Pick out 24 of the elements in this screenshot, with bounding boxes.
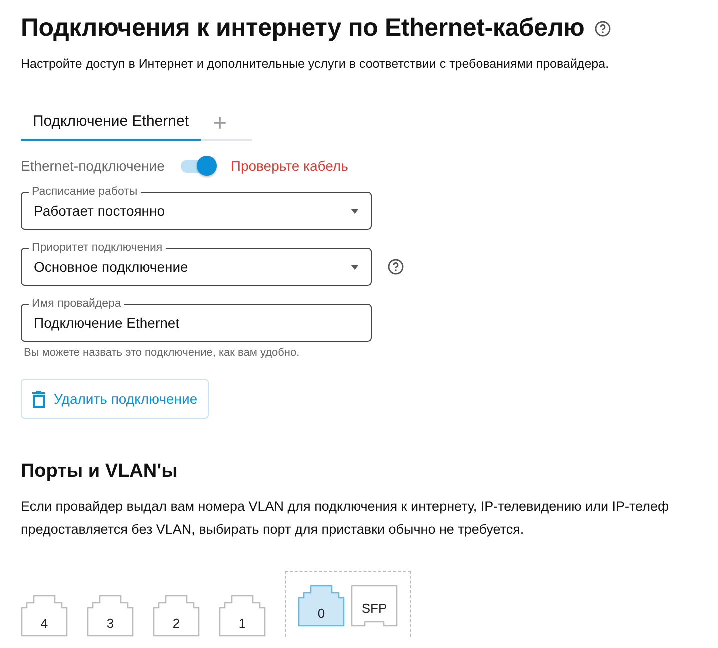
field-hint: Вы можете назвать это подключение, как вам удобно. xyxy=(24,347,301,359)
section-description: Если провайдер выдал вам номера VLAN для подключения к интернету, IP-телевидению или IP-телеф предоставляется без VLAN, выбирать порт для приставки обычно не требуется. xyxy=(21,498,670,539)
port-button[interactable]: SFP xyxy=(351,585,398,627)
status-text: Проверьте кабель xyxy=(230,158,348,174)
help-icon[interactable] xyxy=(388,259,404,275)
toggle-label: Ethernet-подключение xyxy=(21,158,165,174)
port-button[interactable]: 3 xyxy=(87,595,134,637)
section-title: Порты и VLAN'ы xyxy=(21,461,179,483)
port-button[interactable]: 1 xyxy=(219,595,266,637)
delete-button[interactable]: Удалить подключение xyxy=(21,379,209,419)
tab[interactable]: Подключение Ethernet xyxy=(21,107,201,141)
port-button[interactable]: 2 xyxy=(153,595,200,637)
port-button[interactable]: 0 xyxy=(298,585,345,627)
field-label: Имя провайдера xyxy=(29,297,124,311)
caret-icon xyxy=(351,264,359,270)
caret-icon xyxy=(351,208,359,214)
field-label: Приоритет подключения xyxy=(29,241,166,255)
trash-icon xyxy=(32,390,46,408)
page-title: Подключения к интернету по Ethernet-кабелю xyxy=(21,14,585,43)
port-button[interactable]: 4 xyxy=(21,595,68,637)
toggle-switch[interactable] xyxy=(178,156,217,176)
help-icon[interactable] xyxy=(594,20,611,36)
field-label: Расписание работы xyxy=(29,185,141,199)
page-description: Настройте доступ в Интернет и дополнительные услуги в соответствии с требованиями провайдера. xyxy=(21,57,610,71)
